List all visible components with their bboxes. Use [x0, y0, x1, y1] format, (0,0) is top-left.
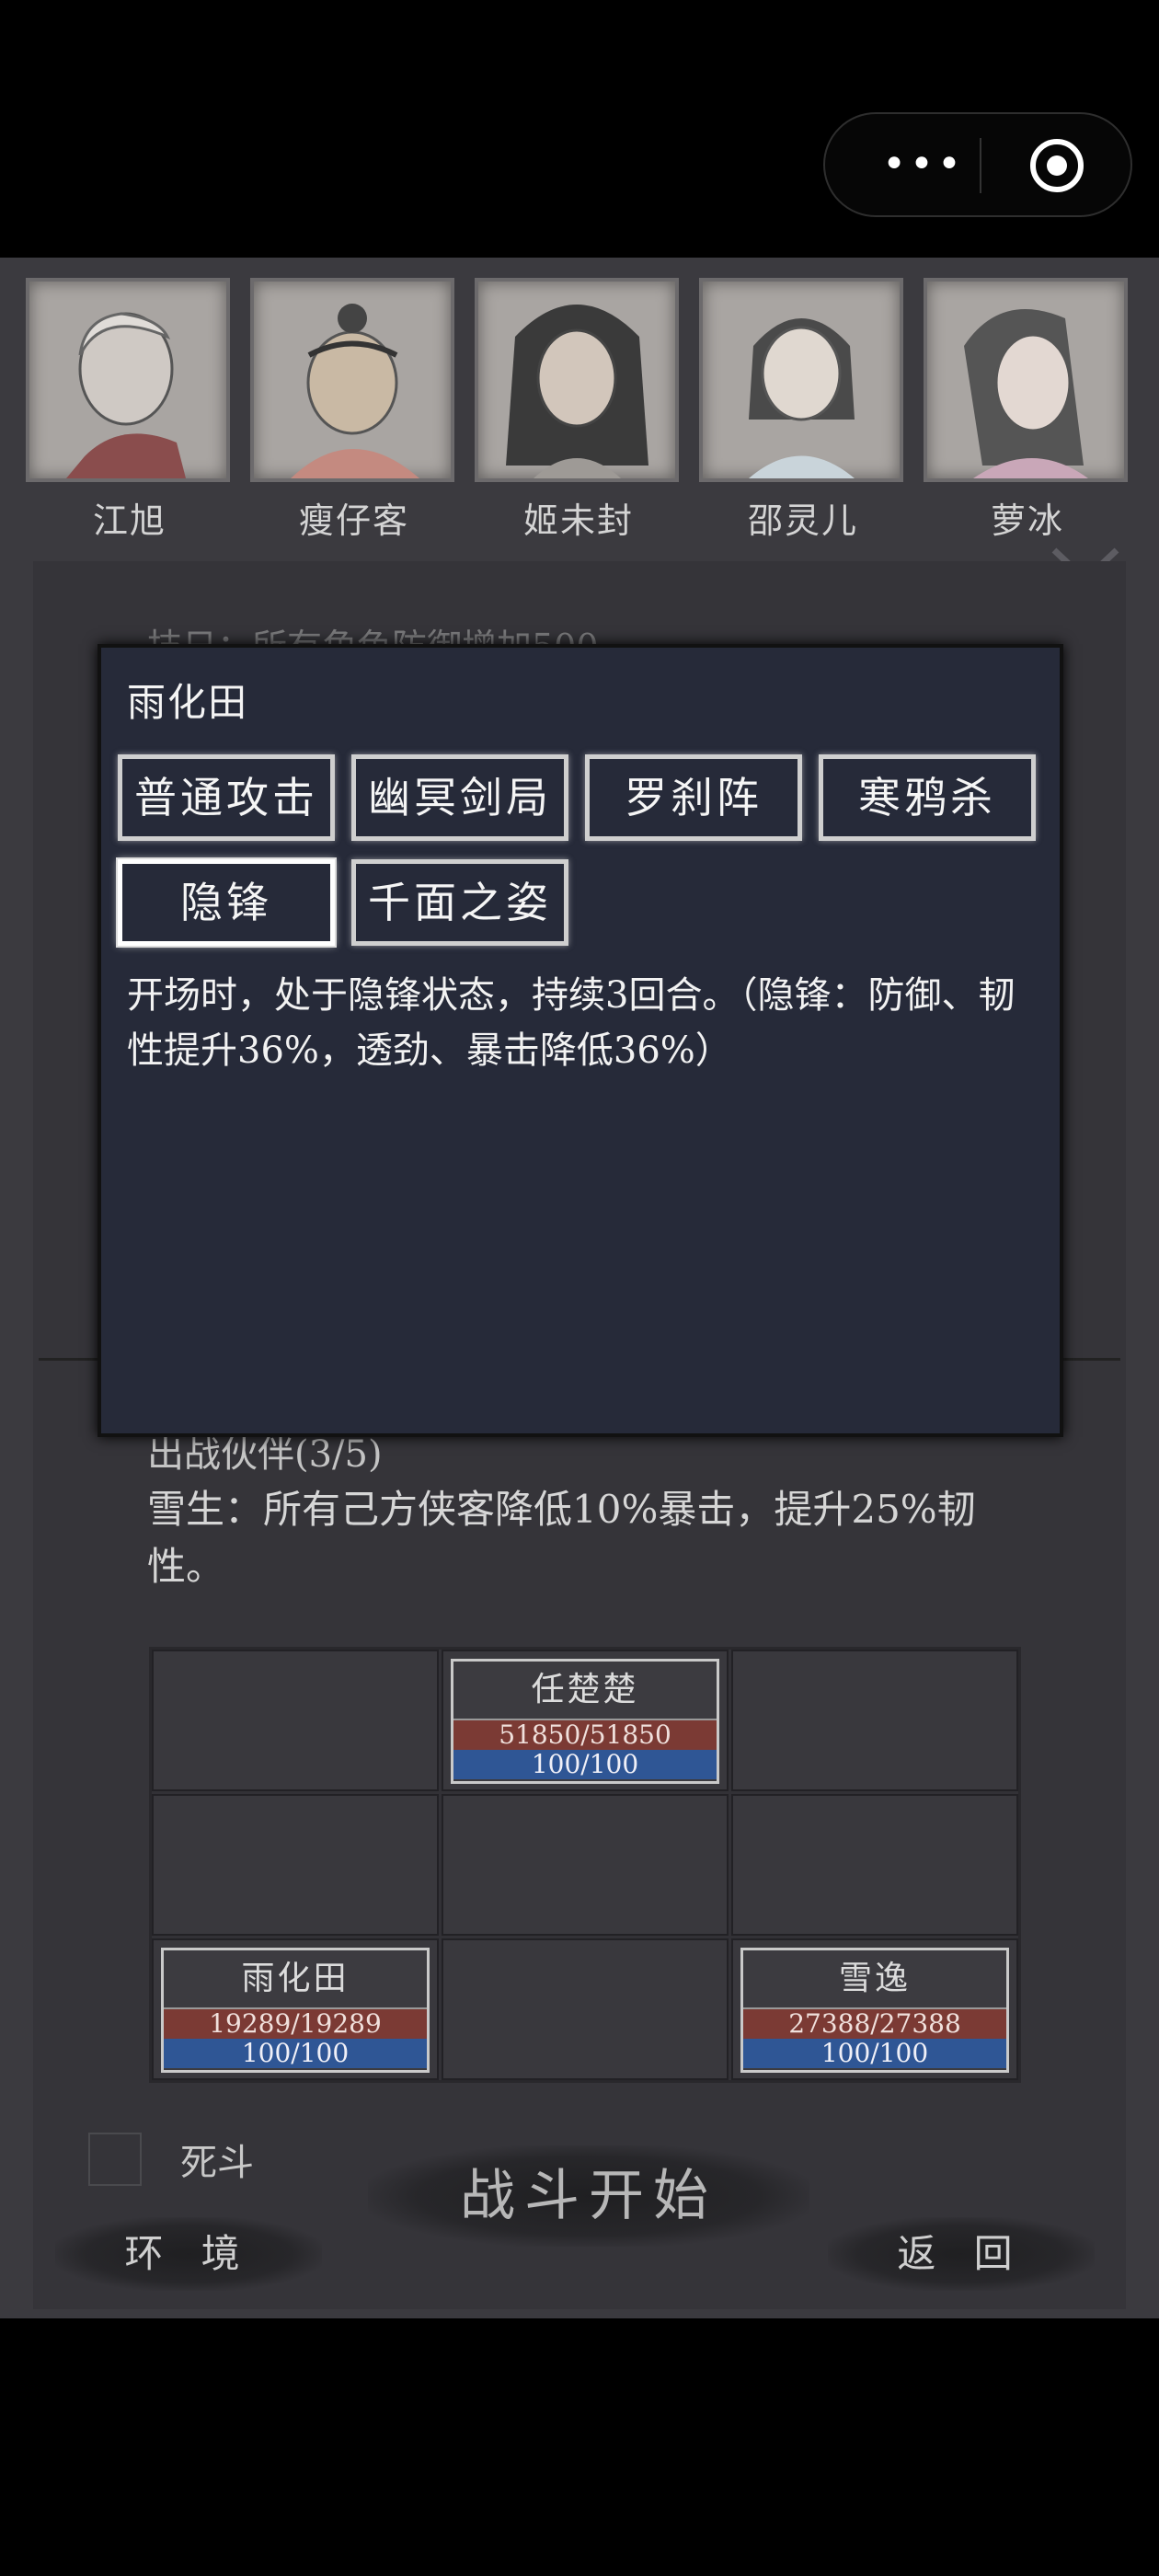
- grid-cell[interactable]: [442, 1794, 729, 1936]
- close-target-icon[interactable]: [1027, 136, 1086, 195]
- unit-mp-bar: 100/100: [743, 2039, 1006, 2068]
- skill-description: 开场时，处于隐锋状态，持续3回合。（隐锋：防御、韧性提升36%，透劲、暴击降低3…: [127, 974, 1016, 1072]
- bottom-safe-area: [0, 2318, 1159, 2576]
- grid-cell[interactable]: [731, 1650, 1018, 1791]
- hero-name: 姬未封: [522, 500, 634, 541]
- unit-hp-bar: 51850/51850: [453, 1719, 717, 1750]
- grid-cell[interactable]: [442, 1938, 729, 2080]
- modal-title: 雨化田: [127, 680, 249, 725]
- hero-portrait-art: [964, 309, 1088, 478]
- unit-hp-bar: 27388/27388: [743, 2007, 1006, 2039]
- skill-button[interactable]: 千面之姿: [351, 859, 568, 946]
- hero-portrait-art: [506, 305, 648, 478]
- hero-portrait-5[interactable]: [924, 278, 1128, 482]
- unit-card[interactable]: 任楚楚 51850/51850 100/100: [451, 1659, 719, 1784]
- unit-mp-bar: 100/100: [164, 2039, 427, 2068]
- hero-name: 瘦仔客: [298, 500, 409, 541]
- team-skill-description: 雪生：所有己方侠客降低10%暴击，提升25%韧性。: [147, 1487, 976, 1589]
- hero-portrait-art: [291, 304, 419, 478]
- unit-card[interactable]: 雪逸 27388/27388 100/100: [740, 1948, 1009, 2073]
- skill-button[interactable]: 寒鸦杀: [819, 754, 1036, 841]
- more-menu-button[interactable]: •••: [873, 142, 974, 188]
- capsule-divider: [980, 138, 981, 193]
- skill-button-selected[interactable]: 隐锋: [118, 859, 335, 946]
- mini-program-capsule: •••: [823, 112, 1132, 217]
- unit-card[interactable]: 雨化田 19289/19289 100/100: [161, 1948, 430, 2073]
- hero-portrait-3[interactable]: [475, 278, 679, 482]
- unit-hp-bar: 19289/19289: [164, 2007, 427, 2039]
- death-match-checkbox[interactable]: [88, 2133, 142, 2186]
- hero-portrait-1[interactable]: [26, 278, 230, 482]
- unit-name: 任楚楚: [531, 1671, 639, 1708]
- start-battle-button[interactable]: 战斗开始: [368, 2145, 809, 2247]
- unit-name: 雨化田: [241, 1960, 350, 1997]
- hero-portrait-2[interactable]: [250, 278, 454, 482]
- skill-button[interactable]: 幽冥剑局: [351, 754, 568, 841]
- formation-grid: 任楚楚 51850/51850 100/100 雨化田 19289/19289 …: [149, 1647, 1021, 2083]
- hero-name: 邵灵儿: [747, 500, 858, 541]
- skill-button[interactable]: 罗刹阵: [585, 754, 802, 841]
- death-match-label: 死斗: [180, 2142, 254, 2184]
- hero-name: 江旭: [92, 500, 166, 541]
- grid-cell[interactable]: [731, 1794, 1018, 1936]
- grid-cell[interactable]: [152, 1794, 439, 1936]
- back-button[interactable]: 返 回: [828, 2217, 1095, 2291]
- unit-mp-bar: 100/100: [453, 1750, 717, 1779]
- skill-button[interactable]: 普通攻击: [118, 754, 335, 841]
- grid-cell[interactable]: [152, 1650, 439, 1791]
- hero-portrait-4[interactable]: [699, 278, 903, 482]
- hero-portrait-art: [66, 312, 186, 478]
- hero-portrait-art: [749, 318, 855, 478]
- environment-button[interactable]: 环 境: [55, 2217, 322, 2291]
- hero-name: 萝冰: [990, 500, 1064, 541]
- unit-name: 雪逸: [838, 1960, 911, 1997]
